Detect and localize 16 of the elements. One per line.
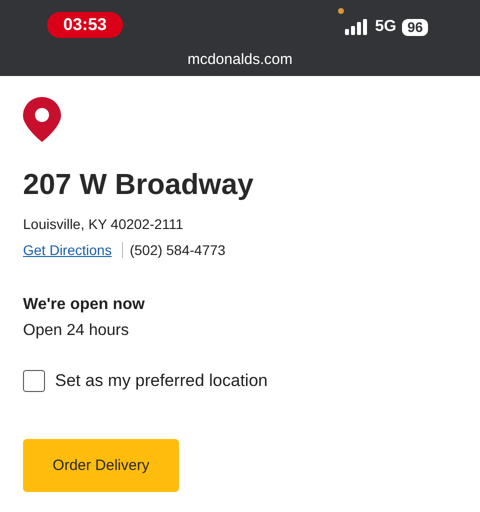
location-pin-icon — [23, 97, 61, 142]
preferred-checkbox[interactable] — [23, 370, 45, 392]
directions-link[interactable]: Get Directions — [23, 242, 123, 258]
hours-detail: Open 24 hours — [23, 322, 130, 340]
battery-level: 96 — [402, 18, 428, 36]
open-status: We're open now — [23, 296, 146, 314]
network-label: 5G — [375, 18, 396, 36]
checkbox-label: Set as my preferred location — [55, 371, 268, 391]
indicator-dot — [338, 8, 344, 14]
signal-icon — [345, 19, 369, 35]
status-time: 03:53 — [47, 12, 123, 38]
order-delivery-button[interactable]: Order Delivery — [23, 439, 179, 492]
url-label[interactable]: mcdonalds.com — [0, 51, 480, 68]
restaurant-name: 207 W Broadway — [23, 169, 254, 202]
restaurant-address: Louisville, KY 40202-2111 — [23, 216, 184, 232]
phone-number: (502) 584-4773 — [130, 242, 226, 258]
